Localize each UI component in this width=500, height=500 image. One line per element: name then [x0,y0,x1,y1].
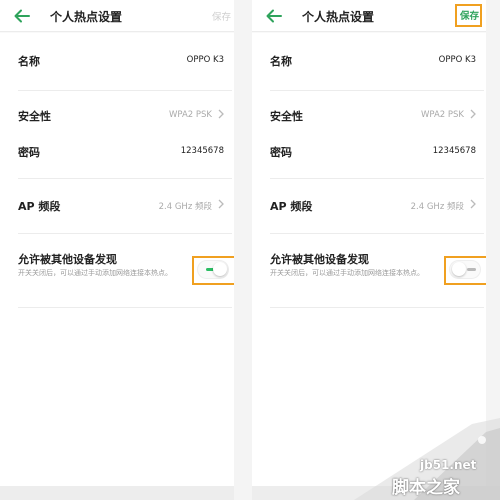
divider [18,233,232,234]
chevron-right-icon [470,109,476,119]
title-bar: 个人热点设置 保存 [252,0,486,32]
page-title: 个人热点设置 [50,10,123,24]
divider [18,307,232,308]
band-value: 2.4 GHz 频段 [410,202,464,212]
divider [270,233,484,234]
password-label: 密码 [18,146,40,159]
name-value: OPPO K3 [186,55,224,65]
band-value: 2.4 GHz 频段 [158,202,212,212]
save-button[interactable]: 保存 [212,9,231,23]
band-label: AP 频段 [18,200,61,213]
discover-label: 允许被其他设备发现 [18,253,117,266]
security-label: 安全性 [18,110,51,123]
chevron-right-icon [218,109,224,119]
name-label: 名称 [270,55,292,68]
name-label: 名称 [18,55,40,68]
divider [270,90,484,91]
chevron-right-icon [470,199,476,209]
security-value: WPA2 PSK [420,110,464,120]
watermark-url: jb51.net [420,458,477,472]
title-divider [252,31,486,33]
screen-after: 个人热点设置 保存 名称 OPPO K3 安全性 WPA2 PSK 密码 123… [252,0,486,486]
divider [270,178,484,179]
discover-description: 开关关闭后，可以通过手动添加网络连接本热点。 [270,269,424,277]
title-bar: 个人热点设置 保存 [0,0,234,32]
divider [18,90,232,91]
title-divider [0,31,234,33]
screen-before: 个人热点设置 保存 名称 OPPO K3 安全性 WPA2 PSK 密码 123… [0,0,234,486]
chevron-right-icon [218,199,224,209]
password-value: 12345678 [180,146,224,156]
toggle-highlight-box [192,256,234,285]
page-title: 个人热点设置 [302,10,375,24]
discover-label: 允许被其他设备发现 [270,253,369,266]
discover-description: 开关关闭后，可以通过手动添加网络连接本热点。 [18,269,172,277]
back-arrow-icon[interactable] [264,6,284,26]
divider [18,178,232,179]
back-arrow-icon[interactable] [12,6,32,26]
password-value: 12345678 [432,146,476,156]
name-value: OPPO K3 [438,55,476,65]
divider [270,307,484,308]
save-highlight-box [455,4,482,27]
bottom-strip [0,486,234,500]
watermark-name: 脚本之家 [392,478,460,498]
security-value: WPA2 PSK [168,110,212,120]
toggle-highlight-box [444,256,486,285]
security-label: 安全性 [270,110,303,123]
password-label: 密码 [270,146,292,159]
band-label: AP 频段 [270,200,313,213]
